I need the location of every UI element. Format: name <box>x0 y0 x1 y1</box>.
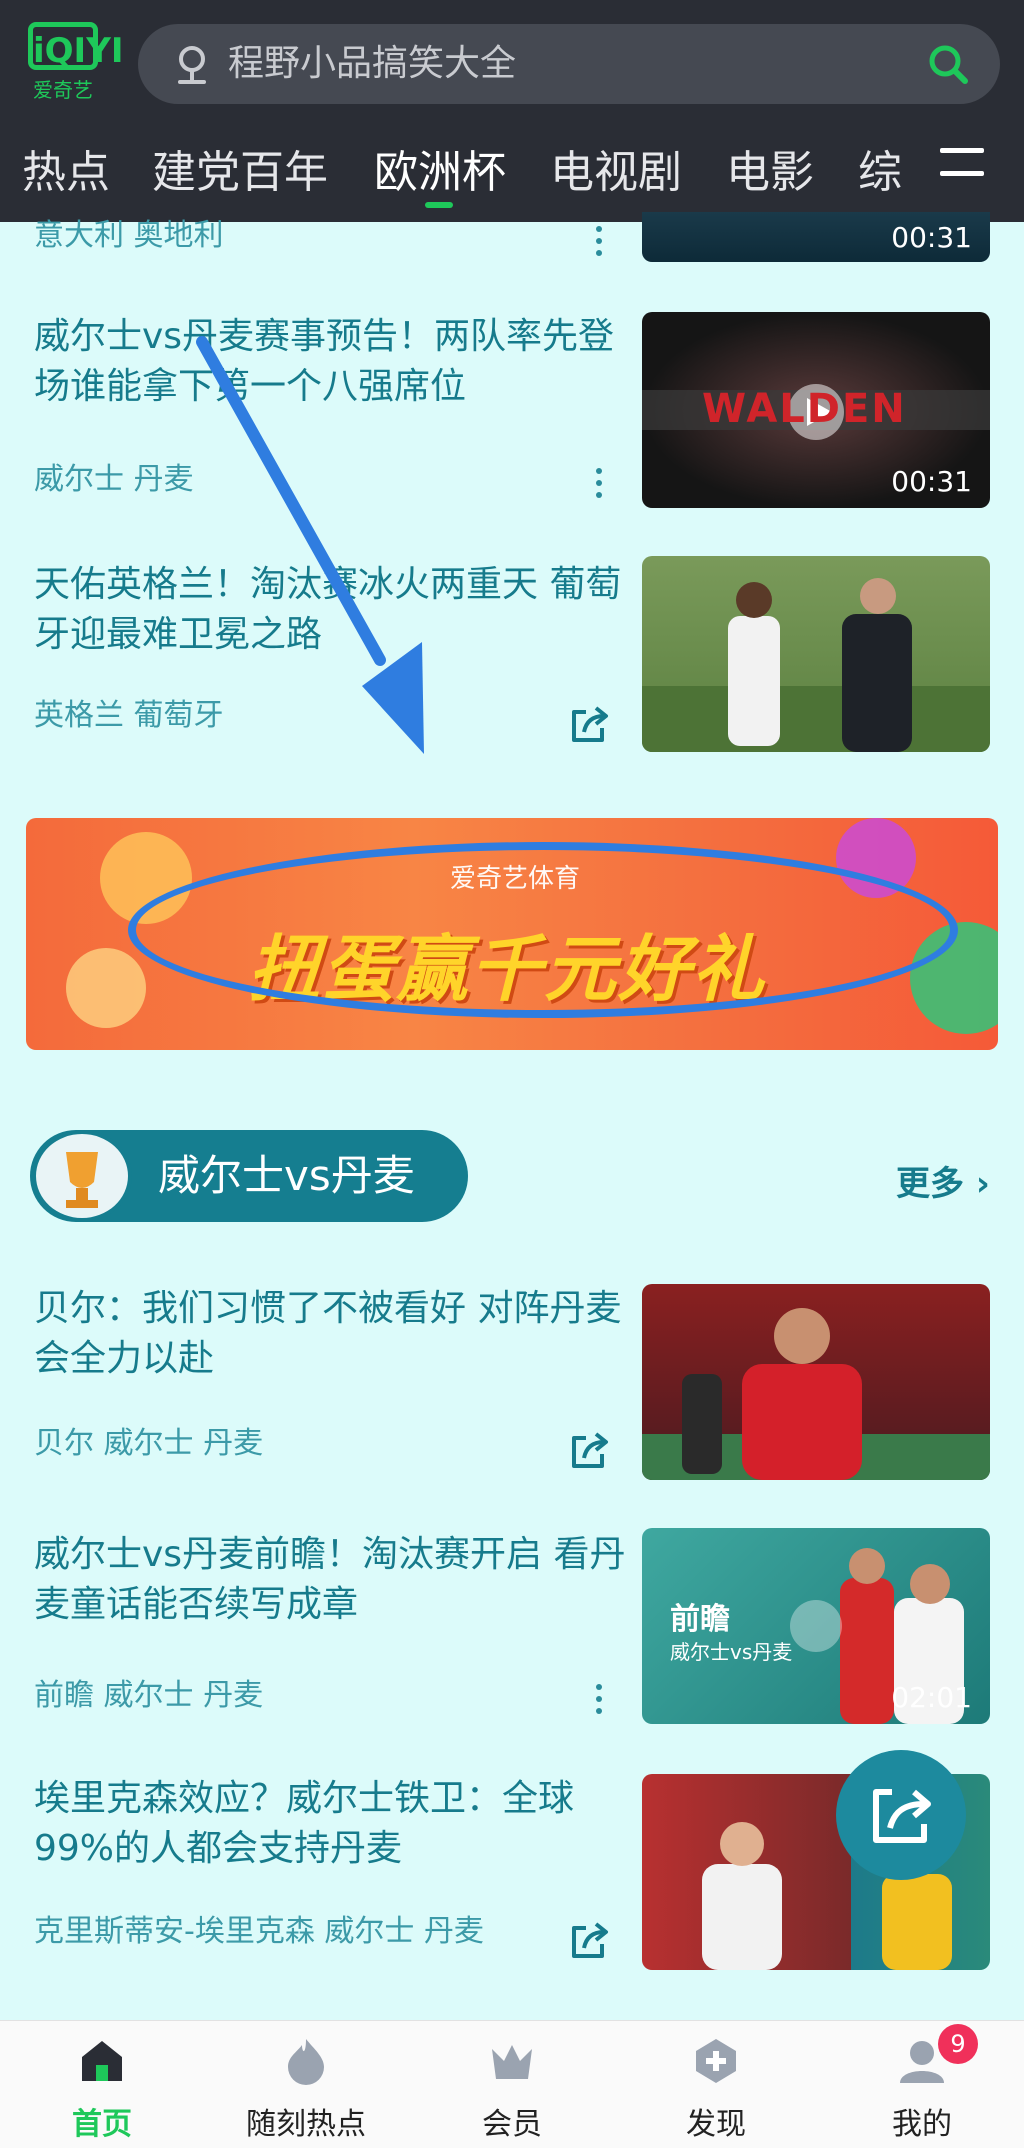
video-duration: 00:31 <box>891 465 972 498</box>
more-label: 更多 <box>896 1164 964 1204</box>
section-title: 威尔士vs丹麦 <box>158 1151 415 1200</box>
news-tags[interactable]: 威尔士 丹麦 <box>34 460 194 500</box>
share-icon[interactable] <box>568 704 612 748</box>
tab-tv-series[interactable]: 电视剧 <box>550 138 682 208</box>
location-pin-icon <box>174 44 210 92</box>
news-tags[interactable]: 前瞻 威尔士 丹麦 <box>34 1676 263 1716</box>
news-title[interactable]: 埃里克森效应？威尔士铁卫：全球99%的人都会支持丹麦 <box>34 1774 634 1874</box>
crown-icon <box>492 2045 532 2079</box>
video-duration: 02:01 <box>891 1681 972 1714</box>
logo-subtitle: 爱奇艺 <box>33 78 93 102</box>
notification-badge: 9 <box>938 2024 978 2064</box>
tab-movies[interactable]: 电影 <box>726 138 814 208</box>
nav-label: 会员 <box>482 2107 542 2142</box>
search-icon[interactable] <box>926 42 970 90</box>
share-icon[interactable] <box>568 1430 612 1474</box>
video-thumbnail[interactable] <box>642 556 990 752</box>
video-thumbnail[interactable]: 前瞻 威尔士vs丹麦 02:01 <box>642 1528 990 1724</box>
nav-vip[interactable]: 会员 <box>432 2035 592 2143</box>
bottom-nav: 首页 随刻热点 会员 发现 我的 <box>0 2020 1024 2148</box>
channel-menu-icon[interactable] <box>940 148 984 194</box>
thumbnail-sublabel: 威尔士vs丹麦 <box>670 1640 793 1664</box>
thumbnail-art <box>642 578 990 752</box>
news-tags[interactable]: 贝尔 威尔士 丹麦 <box>34 1424 263 1464</box>
share-icon[interactable] <box>568 1920 612 1964</box>
logo-mark: iQIYI <box>28 22 123 71</box>
thumbnail-art <box>642 1308 990 1480</box>
nav-profile[interactable]: 我的 <box>842 2035 1002 2143</box>
tab-party-centennial[interactable]: 建党百年 <box>152 138 328 208</box>
thumbnail-label: 前瞻 <box>670 1602 730 1637</box>
annotation-circle <box>128 842 958 1018</box>
floating-share-button[interactable] <box>836 1750 966 1880</box>
video-duration: 00:31 <box>891 221 972 254</box>
more-options-icon[interactable] <box>596 1684 606 1720</box>
channel-tabs: 热点 建党百年 欧洲杯 电视剧 电影 综 <box>0 138 1024 208</box>
euro-trophy-icon <box>32 1130 132 1222</box>
active-tab-indicator <box>425 202 453 208</box>
nav-label: 发现 <box>686 2107 746 2142</box>
discover-icon <box>696 2039 736 2083</box>
nav-trending[interactable]: 随刻热点 <box>226 2035 386 2143</box>
nav-label: 我的 <box>892 2107 952 2142</box>
search-placeholder: 程野小品搞笑大全 <box>228 43 517 84</box>
news-tags[interactable]: 克里斯蒂安-埃里克森 威尔士 丹麦 <box>34 1912 484 1952</box>
nav-discover[interactable]: 发现 <box>636 2035 796 2143</box>
nav-home[interactable]: 首页 <box>22 2035 182 2143</box>
tab-variety[interactable]: 综 <box>858 138 902 208</box>
nav-label: 随刻热点 <box>246 2107 366 2142</box>
iqiyi-logo[interactable]: iQIYI 爱奇艺 <box>28 22 123 112</box>
tab-hot[interactable]: 热点 <box>22 138 110 208</box>
search-bar[interactable]: 程野小品搞笑大全 <box>138 24 1000 104</box>
news-title[interactable]: 贝尔：我们习惯了不被看好 对阵丹麦会全力以赴 <box>34 1284 634 1384</box>
news-title[interactable]: 威尔士vs丹麦前瞻！淘汰赛开启 看丹麦童话能否续写成章 <box>34 1530 634 1630</box>
more-link[interactable]: 更多 › <box>896 1156 990 1205</box>
more-options-icon[interactable] <box>596 468 606 504</box>
more-options-icon[interactable] <box>596 226 606 262</box>
annotation-arrow <box>190 330 450 774</box>
top-header: iQIYI 爱奇艺 程野小品搞笑大全 热点 建党百年 欧洲杯 电视剧 电影 综 <box>0 0 1024 222</box>
nav-label: 首页 <box>72 2107 132 2142</box>
thumbnail-text: WALDEN <box>702 386 907 432</box>
flame-icon <box>288 2039 324 2085</box>
partial-video-thumbnail[interactable]: 00:31 <box>642 212 990 262</box>
tab-euro-cup[interactable]: 欧洲杯 <box>374 138 506 208</box>
video-thumbnail[interactable] <box>642 1284 990 1480</box>
share-icon <box>873 1789 931 1843</box>
video-thumbnail[interactable]: WALDEN 00:31 <box>642 312 990 508</box>
home-icon <box>82 2041 122 2081</box>
partial-item-tags: 意大利 奥地利 <box>34 218 224 253</box>
